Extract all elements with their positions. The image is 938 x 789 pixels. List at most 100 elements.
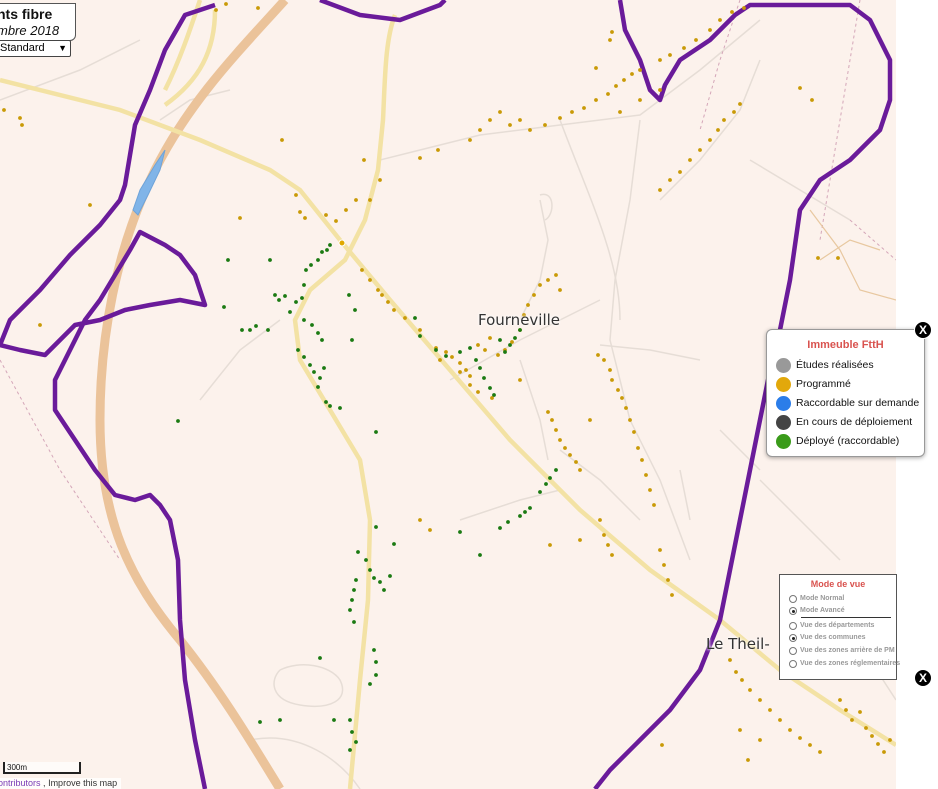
building-marker-deploye[interactable] [418, 334, 422, 338]
building-marker-programme[interactable] [742, 6, 746, 10]
building-marker-programme[interactable] [468, 383, 472, 387]
building-marker-deploye[interactable] [316, 258, 320, 262]
building-marker-deploye[interactable] [374, 660, 378, 664]
building-marker-deploye[interactable] [503, 350, 507, 354]
building-marker-programme[interactable] [596, 353, 600, 357]
building-marker-programme[interactable] [214, 8, 218, 12]
building-marker-deploye[interactable] [348, 608, 352, 612]
building-marker-programme[interactable] [478, 128, 482, 132]
building-marker-programme[interactable] [532, 293, 536, 297]
building-marker-programme[interactable] [722, 118, 726, 122]
building-marker-programme[interactable] [18, 116, 22, 120]
building-marker-programme[interactable] [778, 718, 782, 722]
building-marker-deploye[interactable] [318, 376, 322, 380]
building-marker-deploye[interactable] [368, 568, 372, 572]
building-marker-programme[interactable] [38, 323, 42, 327]
building-marker-programme[interactable] [620, 396, 624, 400]
building-marker-programme[interactable] [418, 328, 422, 332]
building-marker-programme[interactable] [294, 193, 298, 197]
building-marker-deploye[interactable] [498, 526, 502, 530]
building-marker-deploye[interactable] [378, 580, 382, 584]
building-marker-programme[interactable] [464, 368, 468, 372]
building-marker-programme[interactable] [508, 123, 512, 127]
building-marker-programme[interactable] [606, 92, 610, 96]
building-marker-programme[interactable] [658, 188, 662, 192]
building-marker-programme[interactable] [608, 368, 612, 372]
building-marker-deploye[interactable] [258, 720, 262, 724]
contributors-link[interactable]: ontributors [0, 778, 41, 788]
building-marker-deploye[interactable] [347, 293, 351, 297]
building-marker-deploye[interactable] [320, 250, 324, 254]
building-marker-deploye[interactable] [316, 385, 320, 389]
building-marker-programme[interactable] [788, 728, 792, 732]
building-marker-deploye[interactable] [348, 718, 352, 722]
building-marker-programme[interactable] [488, 336, 492, 340]
building-marker-deploye[interactable] [434, 348, 438, 352]
building-marker-programme[interactable] [602, 358, 606, 362]
building-marker-programme[interactable] [554, 428, 558, 432]
building-marker-deploye[interactable] [348, 748, 352, 752]
building-marker-programme[interactable] [488, 118, 492, 122]
building-marker-programme[interactable] [748, 688, 752, 692]
building-marker-deploye[interactable] [328, 243, 332, 247]
building-marker-programme[interactable] [588, 418, 592, 422]
building-marker-deploye[interactable] [268, 258, 272, 262]
building-marker-programme[interactable] [660, 743, 664, 747]
building-marker-deploye[interactable] [312, 370, 316, 374]
building-marker-programme[interactable] [614, 84, 618, 88]
building-marker-programme[interactable] [758, 698, 762, 702]
building-marker-deploye[interactable] [554, 468, 558, 472]
building-marker-programme[interactable] [568, 453, 572, 457]
building-marker-programme[interactable] [518, 378, 522, 382]
building-marker-programme[interactable] [630, 72, 634, 76]
building-marker-deploye[interactable] [226, 258, 230, 262]
building-marker-deploye[interactable] [374, 430, 378, 434]
building-marker-programme[interactable] [360, 268, 364, 272]
building-marker-deploye[interactable] [528, 506, 532, 510]
building-marker-deploye[interactable] [368, 682, 372, 686]
building-marker-programme[interactable] [682, 46, 686, 50]
building-marker-deploye[interactable] [325, 248, 329, 252]
building-marker-programme[interactable] [728, 658, 732, 662]
building-marker-programme[interactable] [450, 355, 454, 359]
building-marker-deploye[interactable] [248, 328, 252, 332]
building-marker-deploye[interactable] [310, 323, 314, 327]
building-marker-programme[interactable] [658, 548, 662, 552]
building-marker-programme[interactable] [608, 38, 612, 42]
building-marker-deploye[interactable] [538, 490, 542, 494]
radio-icon[interactable] [789, 595, 797, 603]
building-marker-programme[interactable] [483, 348, 487, 352]
building-marker-programme[interactable] [578, 538, 582, 542]
improve-map-link[interactable]: Improve this map [48, 778, 117, 788]
building-marker-programme[interactable] [610, 378, 614, 382]
radio-icon[interactable] [789, 622, 797, 630]
building-marker-programme[interactable] [836, 256, 840, 260]
building-marker-programme[interactable] [768, 708, 772, 712]
building-marker-deploye[interactable] [492, 393, 496, 397]
building-marker-deploye[interactable] [474, 358, 478, 362]
building-marker-deploye[interactable] [523, 510, 527, 514]
building-marker-deploye[interactable] [302, 318, 306, 322]
building-marker-programme[interactable] [303, 216, 307, 220]
building-marker-programme[interactable] [888, 738, 892, 742]
building-marker-programme[interactable] [476, 343, 480, 347]
building-marker-programme[interactable] [468, 138, 472, 142]
building-marker-programme[interactable] [354, 198, 358, 202]
building-marker-programme[interactable] [636, 446, 640, 450]
building-marker-deploye[interactable] [288, 310, 292, 314]
building-marker-programme[interactable] [418, 518, 422, 522]
building-marker-deploye[interactable] [278, 718, 282, 722]
building-marker-programme[interactable] [498, 110, 502, 114]
building-marker-deploye[interactable] [320, 338, 324, 342]
view-mode-close-button[interactable]: X [914, 669, 932, 687]
building-marker-programme[interactable] [818, 750, 822, 754]
building-marker-programme[interactable] [698, 148, 702, 152]
building-marker-deploye[interactable] [356, 550, 360, 554]
building-marker-deploye[interactable] [302, 355, 306, 359]
building-marker-deploye[interactable] [372, 576, 376, 580]
building-marker-programme[interactable] [718, 18, 722, 22]
building-marker-programme[interactable] [324, 213, 328, 217]
building-marker-programme[interactable] [224, 2, 228, 6]
building-marker-programme[interactable] [438, 358, 442, 362]
building-marker-programme[interactable] [746, 758, 750, 762]
